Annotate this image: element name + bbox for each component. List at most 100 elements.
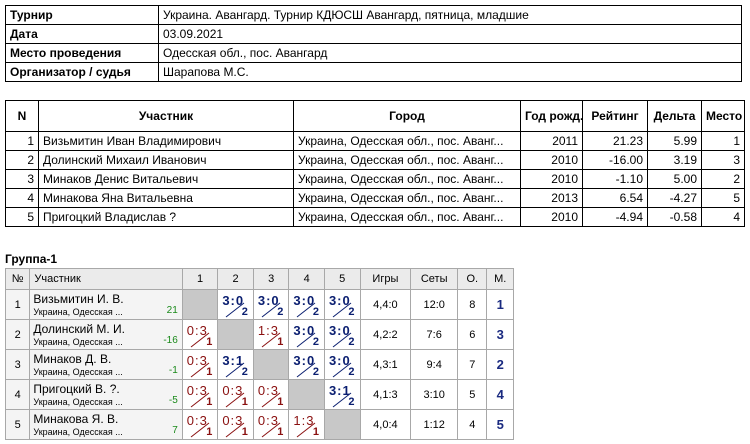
player-city-text: Украина, Одесская ... [33, 366, 123, 377]
match-points: 2 [348, 336, 355, 348]
grid-header: Участник [29, 268, 183, 290]
match-result: 1:3 1 [288, 409, 325, 440]
participant-cell: 2010 [520, 150, 583, 170]
participant-cell: Минаков Денис Витальевич [38, 169, 294, 189]
match-points: 1 [241, 396, 248, 408]
participant-cell: 5.99 [647, 131, 702, 151]
match-result: 3:0 2 [217, 289, 254, 320]
participant-cell: -1.10 [582, 169, 648, 189]
column-header: N [5, 100, 39, 132]
match-result: 3:0 2 [252, 289, 290, 320]
match-points: 2 [312, 336, 319, 348]
match-result: 3:0 2 [323, 289, 361, 320]
grid-points: 7 [457, 349, 488, 380]
participant-cell: 3.19 [647, 150, 702, 170]
participant-cell: Пригоцкий Владислав ? [38, 207, 294, 227]
grid-points: 4 [457, 409, 488, 440]
column-header: Дельта [647, 100, 702, 132]
grid-sets: 1:12 [410, 409, 459, 440]
grid-place: 3 [486, 319, 514, 350]
grid-number: 1 [4, 289, 31, 320]
grid-header: 3 [252, 268, 290, 290]
participant-cell: 5 [701, 188, 745, 208]
match-result: 3:1 2 [217, 349, 254, 380]
match-points: 1 [312, 426, 319, 438]
participant-cell: Украина, Одесская обл., пос. Аванг... [293, 207, 521, 227]
grid-player: Минаков Д. В. Украина, Одесская ... -1 [29, 349, 183, 380]
match-result: 3:0 2 [323, 319, 361, 350]
player-city: Украина, Одесская ... -5 [33, 395, 178, 408]
grid-row: 4 Пригоцкий В. ?. Украина, Одесская ... -5 0… [4, 379, 514, 410]
info-value: Одесская обл., пос. Авангард [158, 43, 742, 63]
grid-games: 4,0:4 [359, 409, 412, 440]
grid-place: 5 [486, 409, 514, 440]
grid-self-cell [252, 349, 290, 380]
match-points: 2 [348, 306, 355, 318]
participant-cell: 5.00 [647, 169, 702, 189]
match-points: 2 [241, 366, 248, 378]
match-points: 2 [348, 396, 355, 408]
grid-sets: 9:4 [410, 349, 459, 380]
grid-place: 2 [486, 349, 514, 380]
grid-header: М. [486, 268, 514, 290]
column-header: Город [293, 100, 521, 132]
grid-games: 4,2:2 [359, 319, 412, 350]
participant-cell: -4.27 [647, 188, 702, 208]
participant-cell: Украина, Одесская обл., пос. Аванг... [293, 131, 521, 151]
grid-header: О. [457, 268, 488, 290]
participant-cell: 6.54 [582, 188, 648, 208]
participant-cell: -0.58 [647, 207, 702, 227]
participant-row: 4 Минакова Яна Витальевна Украина, Одесска… [5, 188, 745, 208]
participant-row: 2 Долинский Михаил Иванович Украина, Одесс… [5, 150, 745, 170]
player-name: Пригоцкий В. ?. [33, 381, 120, 396]
grid-place: 1 [486, 289, 514, 320]
player-city-text: Украина, Одесская ... [33, 396, 123, 407]
match-points: 2 [277, 306, 284, 318]
match-result: 0:3 1 [217, 409, 254, 440]
grid-self-cell [288, 379, 325, 410]
info-row: Организатор / судья Шарапова М.С. [5, 62, 742, 82]
participant-cell: Украина, Одесская обл., пос. Аванг... [293, 150, 521, 170]
grid-header: 2 [217, 268, 254, 290]
grid-row: 2 Долинский М. И. Украина, Одесская ... -16… [4, 319, 514, 350]
participant-row: 1 Визьмитин Иван Владимирович Украина, Оде… [5, 131, 745, 151]
match-points: 1 [206, 396, 213, 408]
participant-cell: 2 [5, 150, 39, 170]
match-points: 2 [312, 366, 319, 378]
participant-cell: -16.00 [582, 150, 648, 170]
player-city-text: Украина, Одесская ... [33, 306, 123, 317]
participant-cell: 3 [5, 169, 39, 189]
grid-number: 4 [4, 379, 31, 410]
match-points: 1 [277, 396, 284, 408]
match-points: 1 [241, 426, 248, 438]
participant-row: 3 Минаков Денис Витальевич Украина, Одесск… [5, 169, 745, 189]
column-header: Место [701, 100, 745, 132]
grid-self-cell [217, 319, 254, 350]
player-rating: -16 [163, 335, 178, 346]
participant-cell: 1 [5, 131, 39, 151]
info-label: Место проведения [5, 43, 159, 63]
grid-number: 2 [4, 319, 31, 350]
participant-cell: Минакова Яна Витальевна [38, 188, 294, 208]
column-header: Год рожд. [520, 100, 583, 132]
grid-points: 5 [457, 379, 488, 410]
grid-header: № [4, 268, 31, 290]
grid-player: Пригоцкий В. ?. Украина, Одесская ... -5 [29, 379, 183, 410]
grid-sets: 7:6 [410, 319, 459, 350]
info-label: Дата [5, 24, 159, 44]
info-row: Турнир Украина. Авангард. Турнир КДЮСШ Ав… [5, 5, 742, 25]
info-value: Шарапова М.С. [158, 62, 742, 82]
grid-points: 6 [457, 319, 488, 350]
match-result: 0:3 1 [252, 409, 290, 440]
match-result: 0:3 1 [181, 319, 219, 350]
info-label: Турнир [5, 5, 159, 25]
participant-cell: 4 [5, 188, 39, 208]
grid-games: 4,3:1 [359, 349, 412, 380]
grid-sets: 12:0 [410, 289, 459, 320]
group-grid-table: № Участник 1 2 3 4 5 Игры Сеты О. М. 1 Визьмитин И.… [4, 268, 514, 440]
player-city: Украина, Одесская ... -1 [33, 365, 178, 378]
participant-cell: 2011 [520, 131, 583, 151]
grid-self-cell [323, 409, 361, 440]
participant-cell: 2 [701, 169, 745, 189]
participant-cell: 1 [701, 131, 745, 151]
